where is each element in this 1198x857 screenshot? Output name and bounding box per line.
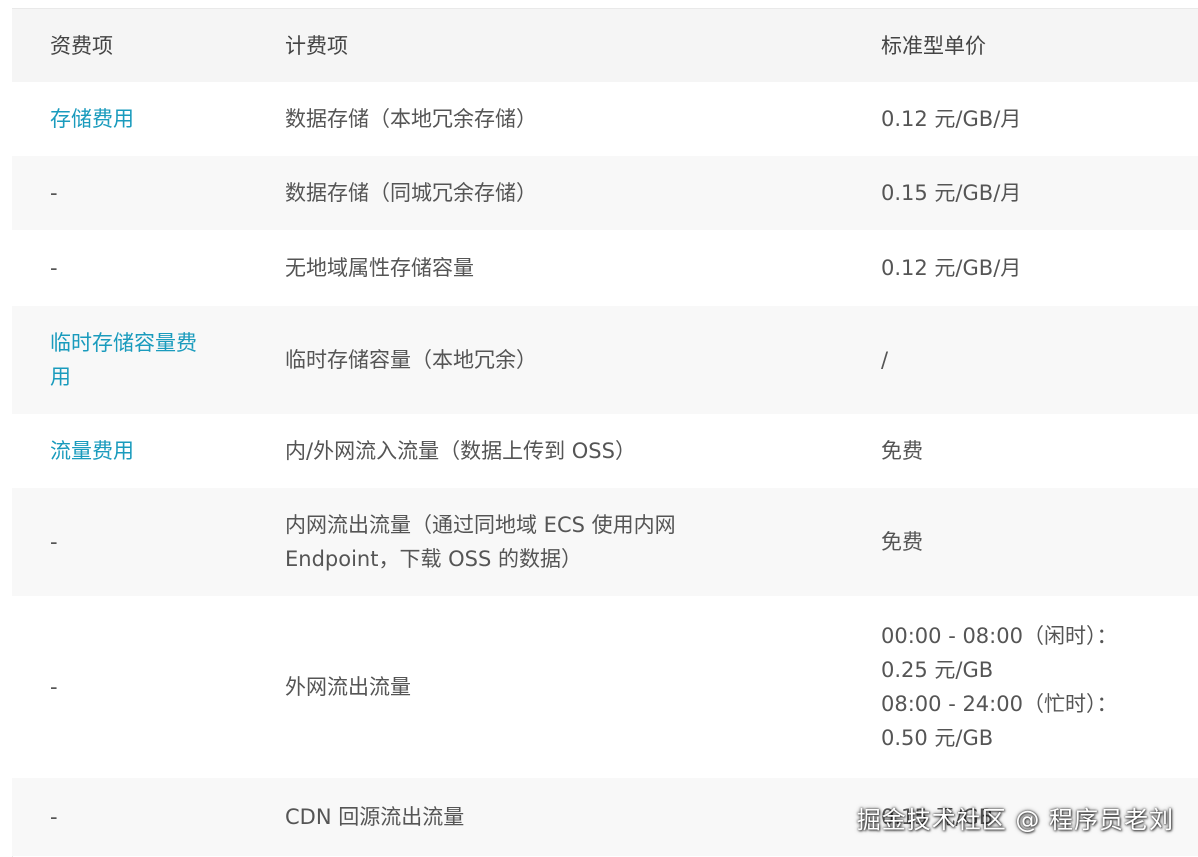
table-row: - 数据存储（同城冗余存储） 0.15 元/GB/月 [12, 156, 1198, 230]
category-cell: - [50, 675, 58, 699]
price-line-offpeak: 00:00 - 08:00（闲时）：0.25 元/GB [881, 624, 1118, 682]
table-row: - 内网流出流量（通过同地域 ECS 使用内网 Endpoint，下载 OSS … [12, 488, 1198, 596]
table-row: - 外网流出流量 00:00 - 08:00（闲时）：0.25 元/GB 08:… [12, 596, 1198, 778]
page: 资费项 计费项 标准型单价 存储费用 数据存储（本地冗余存储） 0.12 元/G… [0, 0, 1198, 857]
item-cell: 临时存储容量（本地冗余） [285, 348, 537, 372]
category-link-temp-storage[interactable]: 临时存储容量费用 [50, 326, 200, 394]
price-cell: / [881, 348, 889, 372]
table-row: 存储费用 数据存储（本地冗余存储） 0.12 元/GB/月 [12, 82, 1198, 156]
item-cell: 内/外网流入流量（数据上传到 OSS） [285, 439, 636, 463]
item-cell: 数据存储（本地冗余存储） [285, 107, 537, 131]
table-row: 流量费用 内/外网流入流量（数据上传到 OSS） 免费 [12, 414, 1198, 488]
category-link-traffic[interactable]: 流量费用 [50, 439, 134, 463]
category-cell: - [50, 181, 58, 205]
category-cell: - [50, 530, 58, 554]
item-cell: 数据存储（同城冗余存储） [285, 181, 537, 205]
item-cell: 内网流出流量（通过同地域 ECS 使用内网 Endpoint，下载 OSS 的数… [285, 513, 676, 571]
table-header-row: 资费项 计费项 标准型单价 [12, 9, 1198, 82]
header-category: 资费项 [50, 33, 113, 58]
price-line-peak: 08:00 - 24:00（忙时）：0.50 元/GB [881, 692, 1118, 750]
price-cell: 免费 [881, 530, 923, 554]
category-cell: - [50, 805, 58, 829]
category-link-storage[interactable]: 存储费用 [50, 107, 134, 131]
price-cell: 0.15 元/GB [881, 805, 994, 829]
price-cell-multiline: 00:00 - 08:00（闲时）：0.25 元/GB 08:00 - 24:0… [843, 596, 1198, 778]
price-cell: 0.12 元/GB/月 [881, 256, 1022, 280]
header-price: 标准型单价 [881, 33, 986, 58]
price-cell: 免费 [881, 439, 923, 463]
category-cell: - [50, 256, 58, 280]
header-item: 计费项 [285, 33, 348, 58]
item-cell: CDN 回源流出流量 [285, 805, 465, 829]
item-cell: 外网流出流量 [285, 675, 411, 699]
table-row: 临时存储容量费用 临时存储容量（本地冗余） / [12, 306, 1198, 414]
price-cell: 0.15 元/GB/月 [881, 181, 1022, 205]
table-row: - 无地域属性存储容量 0.12 元/GB/月 [12, 230, 1198, 306]
item-cell: 无地域属性存储容量 [285, 256, 474, 280]
price-cell: 0.12 元/GB/月 [881, 107, 1022, 131]
pricing-table: 资费项 计费项 标准型单价 存储费用 数据存储（本地冗余存储） 0.12 元/G… [12, 9, 1198, 856]
table-row: - CDN 回源流出流量 0.15 元/GB [12, 778, 1198, 856]
